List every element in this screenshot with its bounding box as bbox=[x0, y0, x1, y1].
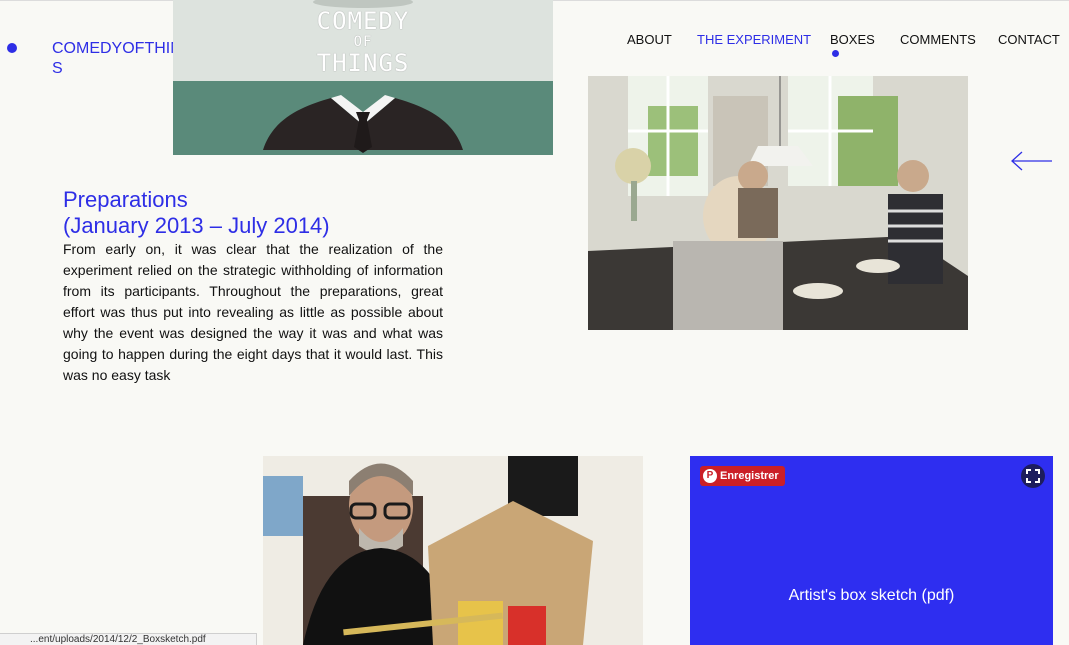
nav-about[interactable]: ABOUT bbox=[627, 32, 672, 47]
nav-contact[interactable]: CONTACT bbox=[998, 32, 1060, 47]
fullscreen-button[interactable] bbox=[1021, 464, 1045, 488]
pinterest-save-button[interactable]: P Enregistrer bbox=[700, 466, 785, 486]
pinterest-icon: P bbox=[703, 469, 717, 483]
section-title: Preparations (January 2013 – July 2014) bbox=[63, 187, 443, 239]
arrow-left-icon[interactable] bbox=[1010, 150, 1054, 172]
pinterest-save-label: Enregistrer bbox=[720, 470, 779, 482]
box-photo bbox=[263, 456, 643, 645]
meeting-photo-illustration bbox=[588, 76, 968, 330]
banner-image: COMEDY OF THINGS bbox=[173, 0, 553, 155]
browser-status-bar: ...ent/uploads/2014/12/2_Boxsketch.pdf bbox=[0, 633, 257, 645]
section-title-line1: Preparations bbox=[63, 187, 188, 212]
nav-boxes-label: BOXES bbox=[830, 32, 875, 47]
nav-comments[interactable]: COMMENTS bbox=[900, 32, 976, 47]
nav-the-experiment[interactable]: THE EXPERIMENT bbox=[697, 32, 811, 47]
fullscreen-icon bbox=[1026, 469, 1040, 483]
meeting-photo bbox=[588, 76, 968, 330]
pdf-title: Artist's box sketch (pdf) bbox=[788, 587, 955, 604]
nav-boxes[interactable]: BOXES bbox=[830, 32, 875, 57]
section-title-line2: (January 2013 – July 2014) bbox=[63, 213, 330, 238]
logo-dot bbox=[7, 43, 17, 53]
box-photo-illustration bbox=[263, 456, 643, 645]
nav-hover-dot bbox=[832, 50, 839, 57]
banner-title: COMEDY OF THINGS bbox=[316, 7, 410, 77]
section-body: From early on, it was clear that the rea… bbox=[63, 241, 443, 383]
pdf-preview-panel[interactable]: P Enregistrer Artist's box sketch (pdf) bbox=[690, 456, 1053, 645]
